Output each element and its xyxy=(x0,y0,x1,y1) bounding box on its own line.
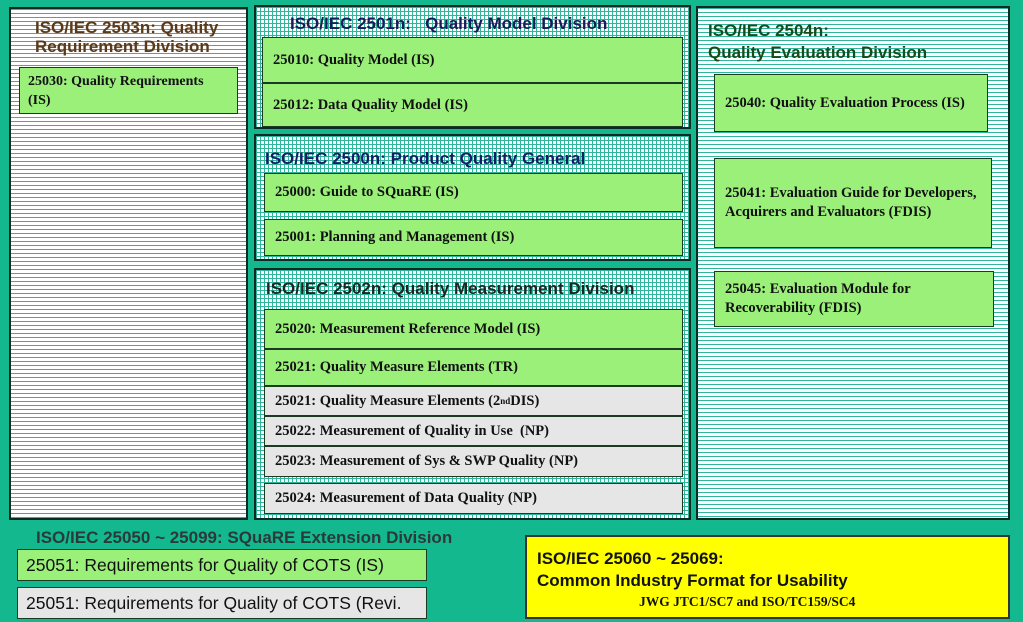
box-25051-is: 25051: Requirements for Quality of COTS … xyxy=(17,549,427,581)
box-25021-tr: 25021: Quality Measure Elements (TR) xyxy=(264,349,683,386)
general-division-title: ISO/IEC 2500n: Product Quality General D… xyxy=(265,149,586,171)
box-25012: 25012: Data Quality Model (IS) xyxy=(262,83,683,127)
box-25051-revision: 25051: Requirements for Quality of COTS … xyxy=(17,587,427,619)
box-25022: 25022: Measurement of Quality in Use (NP… xyxy=(264,416,683,446)
box-25001: 25001: Planning and Management (IS) xyxy=(264,219,683,256)
box-25040: 25040: Quality Evaluation Process (IS) xyxy=(714,74,988,132)
model-division-panel: ISO/IEC 2501n: Quality Model Division 25… xyxy=(254,5,691,129)
requirement-division-panel: ISO/IEC 2503n: Quality Requirement Divis… xyxy=(9,7,248,520)
box-25045: 25045: Evaluation Module for Recoverabil… xyxy=(714,271,994,327)
box-25000: 25000: Guide to SQuaRE (IS) xyxy=(264,173,683,212)
cif-line1: ISO/IEC 25060 ~ 25069: xyxy=(537,549,724,568)
box-25010: 25010: Quality Model (IS) xyxy=(262,37,683,83)
box-25030: 25030: Quality Requirements (IS) xyxy=(19,67,238,114)
box-25041: 25041: Evaluation Guide for Developers, … xyxy=(714,158,992,248)
box-25021-dis-text: 25021: Quality Measure Elements (2 xyxy=(275,392,501,409)
cif-line3: JWG JTC1/SC7 and ISO/TC159/SC4 xyxy=(639,594,856,609)
measurement-division-panel: ISO/IEC 2502n: Quality Measurement Divis… xyxy=(254,268,691,520)
box-25023: 25023: Measurement of Sys & SWP Quality … xyxy=(264,446,683,477)
box-25021-dis-suffix: DIS) xyxy=(510,392,540,409)
evaluation-division-panel: ISO/IEC 2504n: Quality Evaluation Divisi… xyxy=(696,6,1010,520)
cif-line2: Common Industry Format for Usability xyxy=(537,571,848,590)
box-25020: 25020: Measurement Reference Model (IS) xyxy=(264,309,683,349)
requirement-division-title: ISO/IEC 2503n: Quality Requirement Divis… xyxy=(35,18,219,56)
evaluation-division-title-line1: ISO/IEC 2504n: xyxy=(708,21,829,40)
box-25021-dis: 25021: Quality Measure Elements (2 nd DIS… xyxy=(264,386,683,416)
extension-division-title: ISO/IEC 25050 ~ 25099: SQuaRE Extension … xyxy=(36,528,453,547)
evaluation-division-title-line2: Quality Evaluation Division xyxy=(708,43,928,62)
measurement-division-title: ISO/IEC 2502n: Quality Measurement Divis… xyxy=(266,279,635,298)
box-25024: 25024: Measurement of Data Quality (NP) xyxy=(264,483,683,514)
cif-box: ISO/IEC 25060 ~ 25069: Common Industry F… xyxy=(525,535,1010,619)
model-division-title: ISO/IEC 2501n: Quality Model Division xyxy=(290,14,608,33)
general-division-panel: ISO/IEC 2500n: Product Quality General D… xyxy=(254,134,691,261)
